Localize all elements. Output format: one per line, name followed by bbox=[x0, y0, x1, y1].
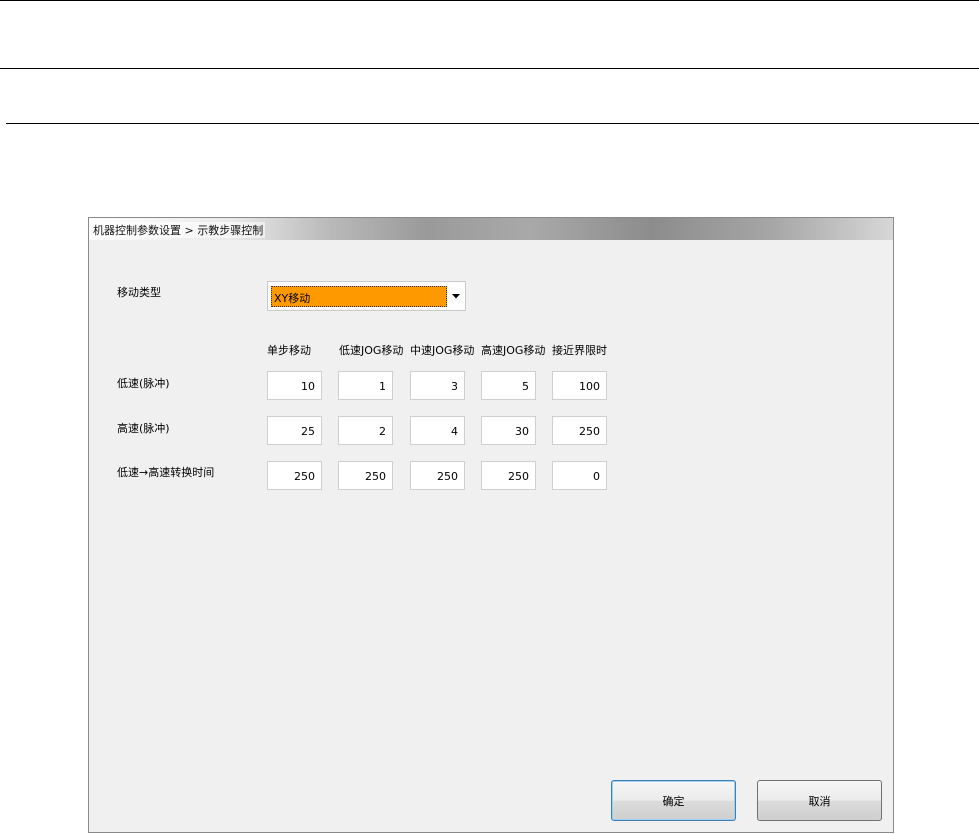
low-speed-low-jog-field[interactable]: 1 bbox=[338, 371, 393, 400]
high-speed-low-jog-field[interactable]: 2 bbox=[338, 416, 393, 445]
high-speed-near-limit-field[interactable]: 250 bbox=[552, 416, 607, 445]
low-speed-high-jog-field[interactable]: 5 bbox=[481, 371, 536, 400]
row-label-low-speed: 低速(脉冲) bbox=[117, 377, 170, 390]
cancel-button[interactable]: 取消 bbox=[757, 780, 882, 821]
transition-mid-jog-field[interactable]: 250 bbox=[410, 461, 465, 490]
low-speed-step-field[interactable]: 10 bbox=[267, 371, 322, 400]
ok-button[interactable]: 确定 bbox=[611, 780, 736, 821]
column-header-mid-jog: 中速JOG移动 bbox=[410, 344, 475, 357]
column-header-low-jog: 低速JOG移动 bbox=[339, 344, 404, 357]
top-rule-2 bbox=[0, 68, 979, 69]
teach-step-control-dialog: 机器控制参数设置 > 示教步骤控制 移动类型 XY移动 单步移动 低速JOG移动… bbox=[88, 217, 894, 833]
top-rule-1 bbox=[0, 0, 979, 1]
column-header-high-jog: 高速JOG移动 bbox=[481, 344, 546, 357]
low-speed-near-limit-field[interactable]: 100 bbox=[552, 371, 607, 400]
transition-step-field[interactable]: 250 bbox=[267, 461, 322, 490]
transition-low-jog-field[interactable]: 250 bbox=[338, 461, 393, 490]
high-speed-high-jog-field[interactable]: 30 bbox=[481, 416, 536, 445]
move-type-selected: XY移动 bbox=[271, 286, 447, 307]
high-speed-mid-jog-field[interactable]: 4 bbox=[410, 416, 465, 445]
column-header-near-limit: 接近界限时 bbox=[552, 344, 607, 357]
low-speed-mid-jog-field[interactable]: 3 bbox=[410, 371, 465, 400]
move-type-select[interactable]: XY移动 bbox=[267, 281, 466, 311]
move-type-label: 移动类型 bbox=[117, 286, 161, 299]
title-bar: 机器控制参数设置 > 示教步骤控制 bbox=[89, 218, 893, 240]
high-speed-step-field[interactable]: 25 bbox=[267, 416, 322, 445]
transition-high-jog-field[interactable]: 250 bbox=[481, 461, 536, 490]
top-rule-3 bbox=[6, 123, 979, 124]
column-header-step: 单步移动 bbox=[267, 344, 311, 357]
dropdown-arrow-icon[interactable] bbox=[447, 282, 465, 310]
breadcrumb: 机器控制参数设置 > 示教步骤控制 bbox=[91, 222, 266, 238]
row-label-high-speed: 高速(脉冲) bbox=[117, 422, 170, 435]
row-label-transition-time: 低速→高速转换时间 bbox=[117, 466, 215, 479]
transition-near-limit-field[interactable]: 0 bbox=[552, 461, 607, 490]
